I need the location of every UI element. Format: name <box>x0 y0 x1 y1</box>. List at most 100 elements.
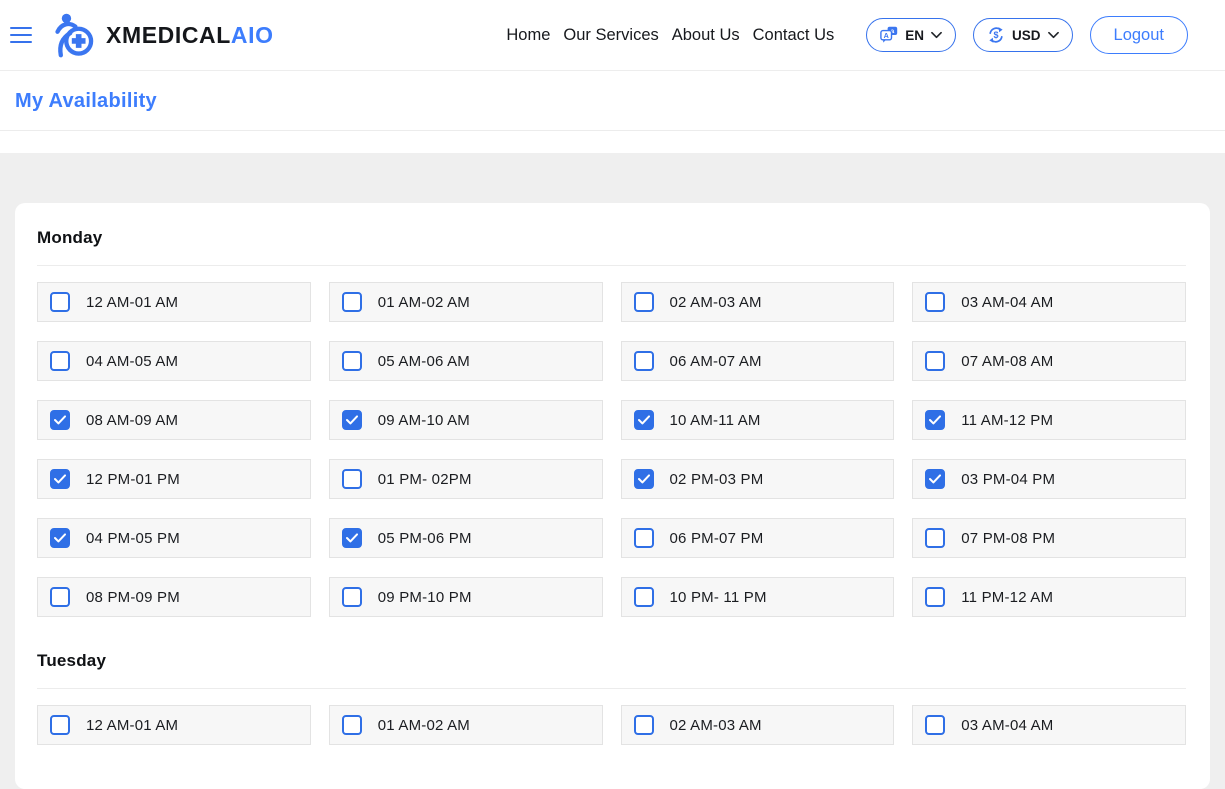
time-slot-checkbox[interactable] <box>50 351 70 371</box>
nav-about-us[interactable]: About Us <box>672 26 740 45</box>
time-slot-checkbox[interactable] <box>925 351 945 371</box>
time-slot-checkbox[interactable] <box>342 351 362 371</box>
time-slot[interactable]: 09 PM-10 PM <box>329 577 603 617</box>
time-slot[interactable]: 10 PM- 11 PM <box>621 577 895 617</box>
brand-logo[interactable]: XMEDICALAIO <box>50 12 274 59</box>
time-slot[interactable]: 09 AM-10 AM <box>329 400 603 440</box>
time-slot-label: 03 PM-04 PM <box>961 471 1055 488</box>
time-slot-label: 04 AM-05 AM <box>86 353 178 370</box>
time-slot-checkbox[interactable] <box>50 469 70 489</box>
time-slot-label: 11 PM-12 AM <box>961 589 1053 606</box>
time-slot-checkbox[interactable] <box>342 469 362 489</box>
time-slot[interactable]: 02 AM-03 AM <box>621 705 895 745</box>
time-slot[interactable]: 07 AM-08 AM <box>912 341 1186 381</box>
nav-contact-us[interactable]: Contact Us <box>753 26 835 45</box>
time-slot[interactable]: 03 AM-04 AM <box>912 282 1186 322</box>
time-slot[interactable]: 10 AM-11 AM <box>621 400 895 440</box>
time-slot[interactable]: 08 PM-09 PM <box>37 577 311 617</box>
time-slot-label: 12 AM-01 AM <box>86 717 178 734</box>
time-slot-checkbox[interactable] <box>925 410 945 430</box>
hamburger-menu-icon[interactable] <box>10 27 32 44</box>
checkmark-icon <box>54 415 66 425</box>
time-slot-checkbox[interactable] <box>342 587 362 607</box>
time-slot-grid: 12 AM-01 AM 01 AM-02 AM 02 AM-03 AM 03 A… <box>37 705 1186 745</box>
time-slot-checkbox[interactable] <box>925 528 945 548</box>
currency-selector[interactable]: $ USD <box>973 18 1073 52</box>
time-slot[interactable]: 12 PM-01 PM <box>37 459 311 499</box>
time-slot[interactable]: 11 AM-12 PM <box>912 400 1186 440</box>
time-slot-label: 03 AM-04 AM <box>961 294 1053 311</box>
brand-name-primary: XMEDICAL <box>106 22 231 48</box>
time-slot-checkbox[interactable] <box>50 528 70 548</box>
brand-name: XMEDICALAIO <box>106 22 274 49</box>
nav-our-services[interactable]: Our Services <box>563 26 658 45</box>
day-divider <box>37 688 1186 689</box>
availability-main: Monday 12 AM-01 AM 01 AM-02 AM 02 AM-03 … <box>0 153 1225 789</box>
time-slot[interactable]: 01 AM-02 AM <box>329 282 603 322</box>
brand-name-accent: AIO <box>231 22 274 48</box>
time-slot-label: 01 PM- 02PM <box>378 471 472 488</box>
time-slot-checkbox[interactable] <box>50 715 70 735</box>
time-slot-checkbox[interactable] <box>50 292 70 312</box>
time-slot-checkbox[interactable] <box>925 587 945 607</box>
time-slot[interactable]: 12 AM-01 AM <box>37 705 311 745</box>
checkmark-icon <box>54 474 66 484</box>
time-slot-label: 05 AM-06 AM <box>378 353 470 370</box>
time-slot[interactable]: 07 PM-08 PM <box>912 518 1186 558</box>
time-slot[interactable]: 05 AM-06 AM <box>329 341 603 381</box>
time-slot-checkbox[interactable] <box>634 587 654 607</box>
time-slot-checkbox[interactable] <box>925 469 945 489</box>
time-slot-checkbox[interactable] <box>634 469 654 489</box>
svg-text:A: A <box>884 31 889 40</box>
time-slot[interactable]: 05 PM-06 PM <box>329 518 603 558</box>
time-slot-checkbox[interactable] <box>50 410 70 430</box>
time-slot-label: 03 AM-04 AM <box>961 717 1053 734</box>
time-slot[interactable]: 02 AM-03 AM <box>621 282 895 322</box>
time-slot[interactable]: 03 PM-04 PM <box>912 459 1186 499</box>
chevron-down-icon <box>931 31 942 39</box>
time-slot-checkbox[interactable] <box>634 410 654 430</box>
time-slot[interactable]: 06 PM-07 PM <box>621 518 895 558</box>
time-slot-label: 08 PM-09 PM <box>86 589 180 606</box>
time-slot[interactable]: 03 AM-04 AM <box>912 705 1186 745</box>
time-slot-grid: 12 AM-01 AM 01 AM-02 AM 02 AM-03 AM 03 A… <box>37 282 1186 617</box>
time-slot[interactable]: 06 AM-07 AM <box>621 341 895 381</box>
time-slot-label: 08 AM-09 AM <box>86 412 178 429</box>
time-slot[interactable]: 11 PM-12 AM <box>912 577 1186 617</box>
logout-button[interactable]: Logout <box>1090 16 1188 54</box>
time-slot[interactable]: 02 PM-03 PM <box>621 459 895 499</box>
nav-home[interactable]: Home <box>506 26 550 45</box>
time-slot-label: 10 AM-11 AM <box>670 412 761 429</box>
time-slot[interactable]: 01 AM-02 AM <box>329 705 603 745</box>
svg-text:$: $ <box>994 30 999 40</box>
time-slot-label: 12 PM-01 PM <box>86 471 180 488</box>
time-slot-checkbox[interactable] <box>634 715 654 735</box>
time-slot-checkbox[interactable] <box>342 410 362 430</box>
checkmark-icon <box>638 474 650 484</box>
medical-runner-cross-icon <box>50 12 97 59</box>
time-slot[interactable]: 12 AM-01 AM <box>37 282 311 322</box>
day-divider <box>37 265 1186 266</box>
language-selector[interactable]: a A EN <box>866 18 956 52</box>
time-slot-checkbox[interactable] <box>925 292 945 312</box>
time-slot[interactable]: 04 PM-05 PM <box>37 518 311 558</box>
time-slot-checkbox[interactable] <box>342 715 362 735</box>
time-slot-label: 07 PM-08 PM <box>961 530 1055 547</box>
time-slot-checkbox[interactable] <box>342 528 362 548</box>
checkmark-icon <box>929 474 941 484</box>
time-slot-checkbox[interactable] <box>634 292 654 312</box>
time-slot-label: 02 PM-03 PM <box>670 471 764 488</box>
checkmark-icon <box>929 415 941 425</box>
time-slot[interactable]: 08 AM-09 AM <box>37 400 311 440</box>
time-slot-checkbox[interactable] <box>342 292 362 312</box>
time-slot-label: 06 AM-07 AM <box>670 353 762 370</box>
time-slot[interactable]: 01 PM- 02PM <box>329 459 603 499</box>
time-slot-checkbox[interactable] <box>925 715 945 735</box>
main-nav: Home Our Services About Us Contact Us <box>506 26 834 45</box>
time-slot-checkbox[interactable] <box>634 528 654 548</box>
time-slot-checkbox[interactable] <box>50 587 70 607</box>
time-slot-checkbox[interactable] <box>634 351 654 371</box>
translate-icon: a A <box>880 26 898 44</box>
time-slot[interactable]: 04 AM-05 AM <box>37 341 311 381</box>
checkmark-icon <box>54 533 66 543</box>
